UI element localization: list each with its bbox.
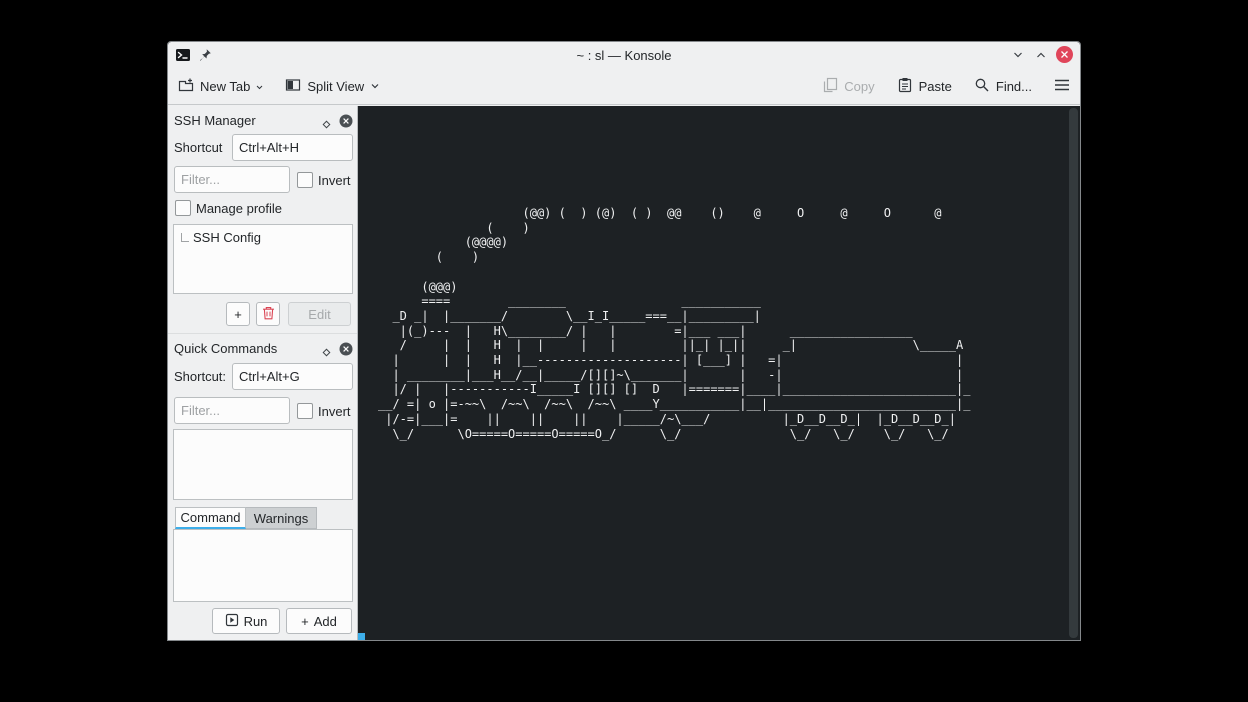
chevron-down-icon [370, 79, 380, 94]
ssh-edit-button[interactable]: Edit [288, 302, 351, 326]
qc-shortcut-input[interactable] [232, 363, 353, 390]
find-button[interactable]: Find... [974, 77, 1032, 96]
window-content: SSH Manager Shortcut Invert Manage profi… [168, 106, 1080, 640]
tab-command[interactable]: Command [175, 507, 246, 529]
paste-icon [897, 77, 913, 96]
tree-item-label: SSH Config [193, 230, 261, 245]
ssh-delete-button[interactable] [256, 302, 280, 326]
ssh-filter-input[interactable] [174, 166, 290, 193]
qc-invert-label: Invert [318, 404, 351, 419]
plus-icon: + [234, 307, 242, 322]
tree-branch-icon [181, 233, 189, 242]
terminal-display[interactable]: (@@) ( ) (@) ( ) @@ () @ O @ O @ ( ) (@@… [358, 106, 1080, 640]
tab-command-label: Command [181, 510, 241, 525]
close-icon [1060, 46, 1069, 64]
quick-commands-close-icon[interactable] [339, 342, 353, 359]
sl-train-ascii-art: (@@) ( ) (@) ( ) @@ () @ O @ O @ ( ) (@@… [378, 206, 970, 441]
titlebar[interactable]: ~ : sl — Konsole [168, 42, 1080, 68]
manage-profile-checkbox[interactable] [175, 200, 191, 216]
manage-profile-label: Manage profile [196, 201, 282, 216]
copy-icon [822, 77, 838, 96]
minimize-button[interactable] [1010, 47, 1026, 63]
qc-invert-checkbox[interactable] [297, 403, 313, 419]
terminal-scrollbar-handle[interactable] [1069, 108, 1078, 638]
search-icon [974, 77, 990, 96]
ssh-manager-panel-title: SSH Manager [174, 113, 256, 128]
paste-label: Paste [919, 79, 952, 94]
split-view-icon [285, 77, 301, 96]
split-view-label: Split View [307, 79, 364, 94]
scroll-position-indicator [358, 633, 365, 640]
find-label: Find... [996, 79, 1032, 94]
tab-warnings-label: Warnings [254, 511, 308, 526]
trash-icon [262, 306, 275, 323]
ssh-shortcut-label: Shortcut [174, 140, 222, 155]
new-tab-icon [178, 77, 194, 96]
paste-button[interactable]: Paste [897, 77, 952, 96]
plus-icon: + [301, 614, 309, 629]
hamburger-menu-icon [1054, 78, 1070, 95]
add-label: Add [314, 614, 337, 629]
run-icon [225, 613, 239, 630]
copy-button[interactable]: Copy [822, 77, 874, 96]
konsole-window: ~ : sl — Konsole New Tab [168, 42, 1080, 640]
new-tab-label: New Tab [200, 79, 250, 94]
tab-warnings[interactable]: Warnings [246, 507, 317, 529]
ssh-config-tree[interactable]: SSH Config [173, 224, 353, 294]
close-button[interactable] [1056, 46, 1073, 63]
run-label: Run [244, 614, 268, 629]
window-title: ~ : sl — Konsole [168, 48, 1080, 63]
ssh-shortcut-input[interactable] [232, 134, 353, 161]
new-tab-button[interactable]: New Tab [178, 77, 263, 96]
add-command-button[interactable]: + Add [286, 608, 352, 634]
ssh-manager-close-icon[interactable] [339, 114, 353, 131]
maximize-button[interactable] [1033, 47, 1049, 63]
qc-command-editor[interactable] [173, 529, 353, 602]
ssh-manager-float-icon[interactable] [322, 117, 331, 132]
menu-indicator-icon [256, 78, 263, 93]
ssh-edit-label: Edit [308, 307, 330, 322]
quick-commands-panel-title: Quick Commands [174, 341, 277, 356]
terminal-scrollbar[interactable] [1067, 106, 1080, 640]
copy-label: Copy [844, 79, 874, 94]
toolbar: New Tab Split View Copy [168, 68, 1080, 105]
tree-item-ssh-config[interactable]: SSH Config [174, 225, 352, 245]
sidebar: SSH Manager Shortcut Invert Manage profi… [168, 106, 358, 640]
ssh-add-button[interactable]: + [226, 302, 250, 326]
split-view-button[interactable]: Split View [285, 77, 380, 96]
qc-shortcut-label: Shortcut: [174, 369, 226, 384]
hamburger-menu-button[interactable] [1054, 78, 1070, 95]
qc-filter-input[interactable] [174, 397, 290, 424]
ssh-invert-label: Invert [318, 173, 351, 188]
quick-commands-float-icon[interactable] [322, 345, 331, 360]
qc-command-list[interactable] [173, 429, 353, 500]
ssh-invert-checkbox[interactable] [297, 172, 313, 188]
run-button[interactable]: Run [212, 608, 280, 634]
panel-separator [168, 333, 357, 334]
